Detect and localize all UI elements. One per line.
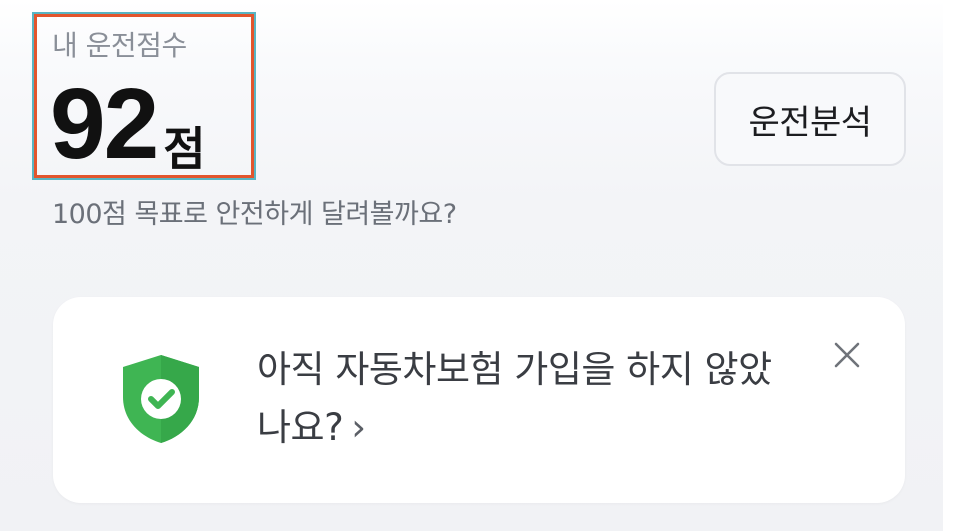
insurance-promo-card[interactable]: 아직 자동차보험 가입을 하지 않았나요? ›	[53, 297, 905, 503]
score-value: 92 점	[50, 68, 206, 180]
chevron-right-icon: ›	[351, 406, 366, 449]
score-label: 내 운전점수	[52, 29, 187, 62]
screen-edge	[943, 0, 961, 531]
score-unit: 점	[163, 122, 206, 176]
driving-analysis-button[interactable]: 운전분석	[714, 72, 906, 166]
score-number: 92	[50, 68, 159, 180]
score-subtitle: 100점 목표로 안전하게 달려볼까요?	[52, 199, 457, 230]
promo-message-text: 아직 자동차보험 가입을 하지 않았나요?	[257, 348, 772, 449]
close-icon[interactable]	[833, 341, 861, 369]
shield-check-icon	[123, 355, 199, 443]
promo-message[interactable]: 아직 자동차보험 가입을 하지 않았나요? ›	[257, 341, 777, 457]
